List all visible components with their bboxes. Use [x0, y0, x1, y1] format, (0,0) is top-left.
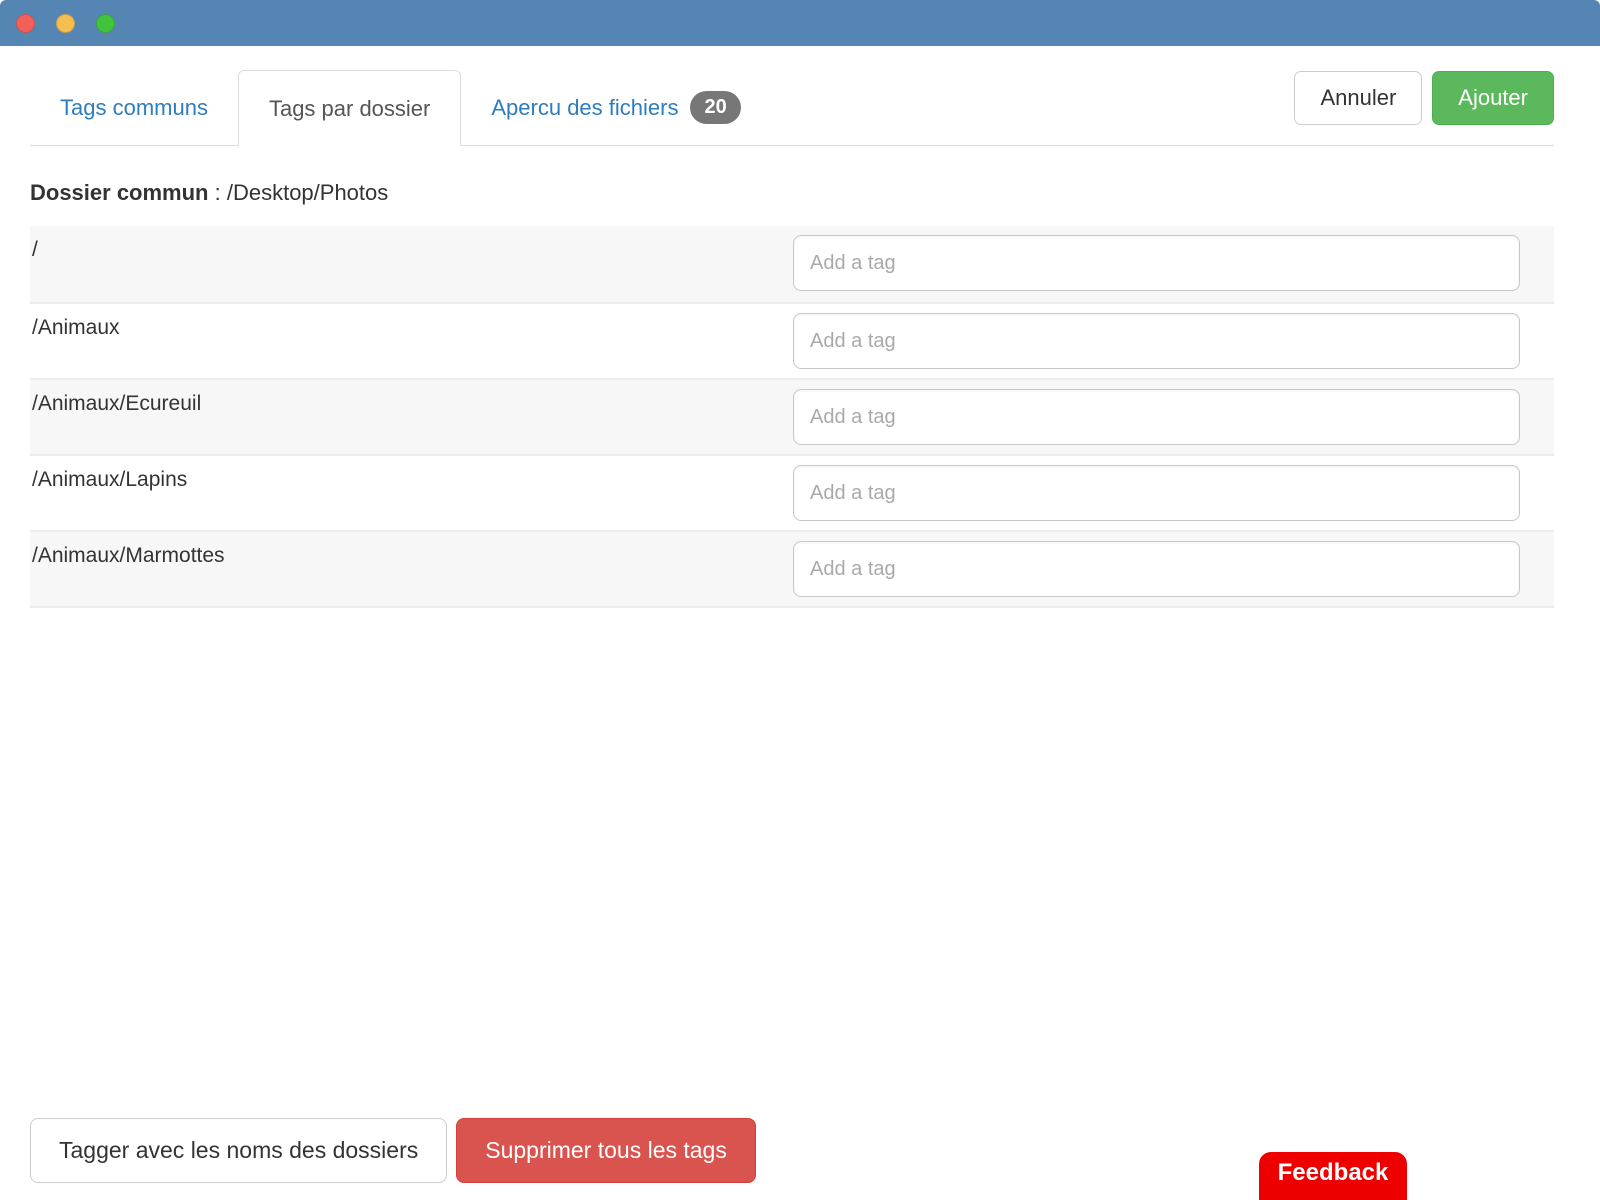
- tab-tags-par-dossier-label: Tags par dossier: [269, 96, 430, 122]
- tab-apercu-des-fichiers[interactable]: Apercu des fichiers 20: [461, 70, 770, 145]
- add-tag-input[interactable]: [793, 389, 1520, 445]
- folder-path-label: /Animaux/Lapins: [30, 456, 793, 530]
- table-row: /Animaux/Ecureuil: [30, 378, 1554, 454]
- tag-with-folder-names-button[interactable]: Tagger avec les noms des dossiers: [30, 1118, 447, 1183]
- tabbar-spacer: [771, 70, 1295, 145]
- tab-tags-par-dossier[interactable]: Tags par dossier: [238, 70, 461, 146]
- add-tag-input[interactable]: [793, 235, 1520, 291]
- cancel-button[interactable]: Annuler: [1294, 71, 1422, 125]
- footer-actions: Tagger avec les noms des dossiers Suppri…: [30, 1118, 756, 1183]
- minimize-window-button[interactable]: [56, 14, 75, 33]
- common-folder-label: Dossier commun: [30, 180, 209, 205]
- folder-tag-table: / /Animaux /Animaux/Ecureuil /Animaux/La…: [30, 226, 1554, 608]
- folder-path-label: /Animaux/Ecureuil: [30, 380, 793, 454]
- tab-tags-communs[interactable]: Tags communs: [30, 70, 238, 145]
- tab-bar: Tags communs Tags par dossier Apercu des…: [30, 70, 1554, 146]
- add-tag-input[interactable]: [793, 313, 1520, 369]
- folder-path-label: /: [30, 226, 793, 302]
- close-window-button[interactable]: [16, 14, 35, 33]
- delete-all-tags-button[interactable]: Supprimer tous les tags: [456, 1118, 756, 1183]
- file-count-badge: 20: [690, 91, 740, 124]
- header-buttons: Annuler Ajouter: [1294, 70, 1554, 145]
- table-row: /: [30, 226, 1554, 302]
- common-folder-path: /Desktop/Photos: [227, 180, 388, 205]
- table-row: /Animaux: [30, 302, 1554, 378]
- add-button[interactable]: Ajouter: [1432, 71, 1554, 125]
- common-folder-separator: :: [209, 180, 227, 205]
- zoom-window-button[interactable]: [96, 14, 115, 33]
- common-folder-heading: Dossier commun : /Desktop/Photos: [30, 180, 1554, 206]
- tab-apercu-des-fichiers-label: Apercu des fichiers: [491, 95, 678, 121]
- add-tag-input[interactable]: [793, 465, 1520, 521]
- feedback-button[interactable]: Feedback: [1259, 1152, 1407, 1200]
- folder-path-label: /Animaux: [30, 304, 793, 378]
- folder-path-label: /Animaux/Marmottes: [30, 532, 793, 606]
- window-titlebar: [0, 0, 1600, 46]
- table-row: /Animaux/Marmottes: [30, 530, 1554, 606]
- table-row: /Animaux/Lapins: [30, 454, 1554, 530]
- add-tag-input[interactable]: [793, 541, 1520, 597]
